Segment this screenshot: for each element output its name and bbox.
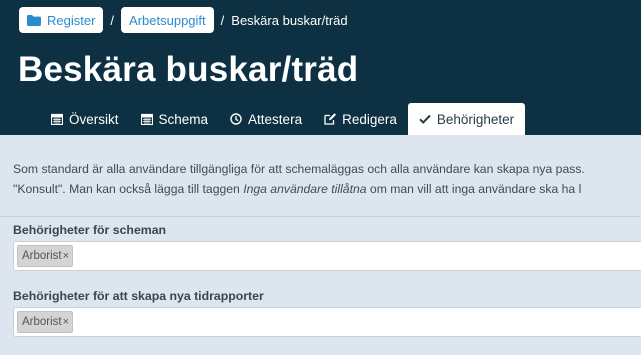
permissions-intro-text: Som standard är alla användare tillgängl… [13,159,641,199]
schedule-permissions-input[interactable]: Arborist × [13,241,641,271]
intro-tag-name: Inga användare tillåtna [243,182,367,196]
clock-icon [230,113,242,125]
breadcrumb-separator: / [110,12,115,28]
tab-label: Attestera [248,111,303,127]
timereport-permissions-input[interactable]: Arborist × [13,307,641,337]
breadcrumb-task-label: Arbetsuppgift [129,12,206,28]
breadcrumb-register-button[interactable]: Register [19,7,104,33]
breadcrumb-register-label: Register [47,12,96,28]
tab-behorigheter[interactable]: Behörigheter [407,103,526,135]
tab-oversikt[interactable]: Översikt [40,103,130,135]
remove-tag-icon[interactable]: × [63,316,69,328]
page-title: Beskära buskar/träd [18,50,359,89]
check-icon [419,114,431,124]
remove-tag-icon[interactable]: × [63,250,69,262]
folder-icon [27,14,41,26]
tab-bar: Översikt Schema Attestera Redigera Behör… [40,103,526,135]
calendar-icon [140,113,153,125]
tag-chip: Arborist × [17,311,74,333]
tab-label: Schema [158,111,209,127]
schedule-permissions-label: Behörigheter för scheman [13,223,167,237]
tag-chip: Arborist × [17,245,74,267]
breadcrumb-task-button[interactable]: Arbetsuppgift [121,7,214,33]
tab-schema[interactable]: Schema [130,103,220,135]
breadcrumb-separator: / [220,12,225,28]
tab-redigera[interactable]: Redigera [313,103,408,135]
tab-label: Översikt [69,111,119,127]
calendar-icon [51,113,63,125]
timereport-permissions-label: Behörigheter för att skapa nya tidrappor… [13,289,264,303]
edit-icon [324,113,337,125]
tab-label: Redigera [342,111,397,127]
intro-line-1: Som standard är alla användare tillgängl… [13,162,585,176]
intro-line-2-start: "Konsult". Man kan också lägga till tagg… [13,182,244,196]
intro-line-2: "Konsult". Man kan också lägga till tagg… [13,179,641,199]
intro-line-2-end: om man vill att inga användare ska ha l [366,182,582,196]
tag-chip-label: Arborist [22,316,62,328]
section-divider [0,216,641,217]
tab-attestera[interactable]: Attestera [219,103,313,135]
tab-label: Behörigheter [436,111,515,127]
tag-chip-label: Arborist [22,250,62,262]
page-header: Register / Arbetsuppgift / Beskära buska… [0,0,641,135]
breadcrumb-current: Beskära buskar/träd [231,12,348,28]
breadcrumb: Register / Arbetsuppgift / Beskära buska… [19,7,348,33]
